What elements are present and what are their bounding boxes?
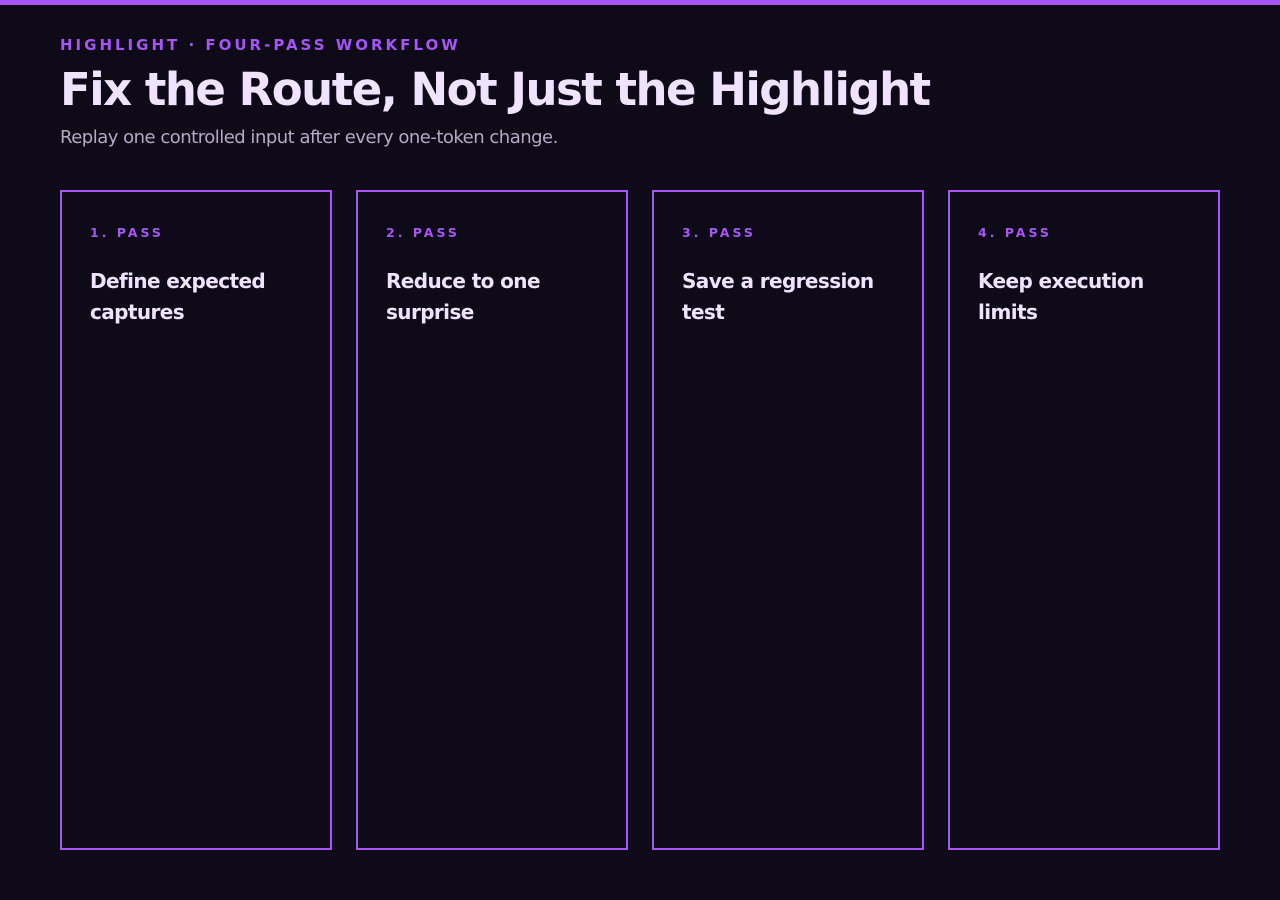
pass-cards: 1. PASS Define expected captures 2. PASS…	[60, 190, 1220, 850]
pass-card-label: 3. PASS	[682, 225, 756, 240]
eyebrow-label: HIGHLIGHT · FOUR-PASS WORKFLOW	[60, 36, 461, 54]
page-title: Fix the Route, Not Just the Highlight	[60, 63, 931, 116]
pass-card-label: 4. PASS	[978, 225, 1052, 240]
pass-card-3: 3. PASS Save a regression test	[652, 190, 924, 850]
pass-card-2: 2. PASS Reduce to one surprise	[356, 190, 628, 850]
pass-card-1: 1. PASS Define expected captures	[60, 190, 332, 850]
pass-card-4: 4. PASS Keep execution limits	[948, 190, 1220, 850]
page-header: HIGHLIGHT · FOUR-PASS WORKFLOW Fix the R…	[60, 36, 1220, 150]
pass-card-title: Define expected captures	[90, 269, 266, 324]
pass-card-label: 2. PASS	[386, 225, 460, 240]
pass-card-title: Reduce to one surprise	[386, 269, 541, 324]
pass-card-title: Save a regression test	[682, 269, 874, 324]
top-accent-bar	[0, 0, 1280, 5]
pass-card-title: Keep execution limits	[978, 269, 1144, 324]
pass-card-label: 1. PASS	[90, 225, 164, 240]
page-subtitle: Replay one controlled input after every …	[60, 127, 558, 148]
